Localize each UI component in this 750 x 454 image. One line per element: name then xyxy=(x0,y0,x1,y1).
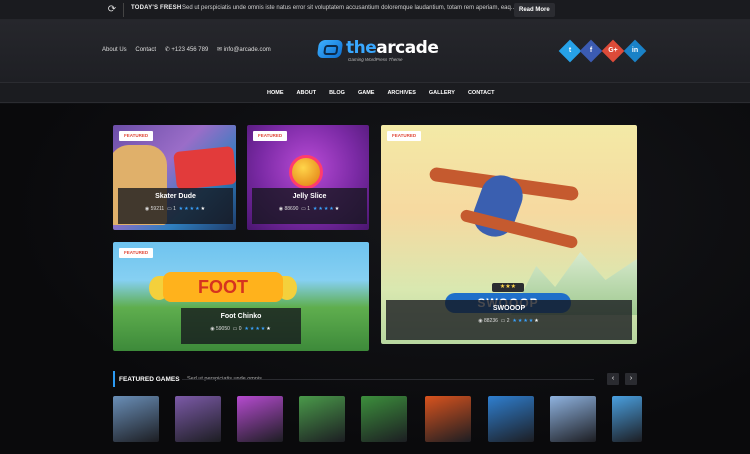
twitter-icon: t xyxy=(568,47,572,54)
twitter-button[interactable]: t xyxy=(558,39,582,63)
featured-badge: FEATURED xyxy=(119,248,154,258)
game-thumbnail[interactable] xyxy=(612,396,642,442)
linkedin-button[interactable]: in xyxy=(623,39,647,63)
game-thumbnail[interactable] xyxy=(425,396,471,442)
card-info: SWOOOP ◉ 88236 ▭ 2 ★★★★★ xyxy=(386,300,632,340)
star-rating: ★★★★★ xyxy=(512,318,540,324)
game-thumbnail[interactable] xyxy=(299,396,345,442)
about-us-link[interactable]: About Us xyxy=(102,47,127,53)
game-thumbnail[interactable] xyxy=(550,396,596,442)
phone-number: +123 456 789 xyxy=(171,47,209,53)
email-info[interactable]: ✉ info@arcade.com xyxy=(217,47,271,53)
game-thumbnail[interactable] xyxy=(175,396,221,442)
comment-count: 2 xyxy=(506,318,510,324)
view-count: 88690 xyxy=(284,206,299,212)
view-count: 88236 xyxy=(483,318,498,324)
eye-icon: ◉ xyxy=(278,206,284,212)
logo-main: arcade xyxy=(376,38,439,58)
email-address: info@arcade.com xyxy=(223,47,271,53)
game-card-swooop[interactable]: ★★★ SWOOOP FEATURED SWOOOP ◉ 88236 ▭ 2 ★… xyxy=(381,125,637,344)
nav-home[interactable]: HOME xyxy=(267,90,284,96)
eye-icon: ◉ xyxy=(144,206,150,212)
rating-mini-badge: ★★★ xyxy=(492,283,524,292)
ticker-label: TODAY'S FRESH xyxy=(131,5,182,11)
gamepad-logo-icon xyxy=(316,40,344,58)
logo-text: thearcade xyxy=(346,38,439,58)
refresh-icon[interactable]: ⟳ xyxy=(106,4,118,16)
read-more-button[interactable]: Read More xyxy=(514,3,555,17)
comment-icon: ▭ xyxy=(166,206,172,212)
section-divider xyxy=(182,379,594,380)
mail-icon: ✉ xyxy=(216,47,224,53)
game-thumbnail[interactable] xyxy=(113,396,159,442)
card-artwork xyxy=(289,155,323,189)
game-title[interactable]: Jelly Slice xyxy=(252,193,367,200)
linkedin-icon: in xyxy=(631,47,639,54)
facebook-button[interactable]: f xyxy=(579,39,603,63)
card-artwork-sign xyxy=(173,145,236,191)
contact-bar: About Us Contact ✆ +123 456 789 ✉ info@a… xyxy=(102,46,278,53)
site-logo[interactable]: thearcade Gaming WordPress Theme xyxy=(316,38,439,64)
nav-blog[interactable]: BLOG xyxy=(329,90,345,96)
section-title: FEATURED GAMES xyxy=(119,376,180,383)
view-count: 59050 xyxy=(215,326,230,332)
logo-prefix: the xyxy=(346,38,377,58)
star-rating: ★★★★★ xyxy=(178,206,207,212)
game-title[interactable]: Skater Dude xyxy=(118,193,233,200)
comment-icon: ▭ xyxy=(301,206,306,212)
airplane-artwork xyxy=(428,153,580,250)
comment-count: 1 xyxy=(173,206,176,212)
featured-badge: FEATURED xyxy=(387,131,422,141)
phone-info[interactable]: ✆ +123 456 789 xyxy=(165,47,209,53)
google-plus-button[interactable]: G+ xyxy=(601,39,625,63)
nav-contact[interactable]: CONTACT xyxy=(468,90,494,96)
comment-count: 0 xyxy=(238,326,242,332)
carousel-prev-button[interactable]: ‹ xyxy=(607,373,619,385)
card-info: Skater Dude ◉ 59211 ▭ 1 ★★★★★ xyxy=(118,188,233,224)
comment-icon: ▭ xyxy=(232,326,238,332)
contact-link[interactable]: Contact xyxy=(135,47,156,53)
card-info: Foot Chinko ◉ 59050 ▭ 0 ★★★★★ xyxy=(181,308,301,344)
ticker-divider xyxy=(123,3,124,17)
nav-gallery[interactable]: GALLERY xyxy=(429,90,455,96)
eye-icon: ◉ xyxy=(210,326,215,332)
section-accent-bar xyxy=(113,371,115,387)
game-card-skater-dude[interactable]: FEATURED Skater Dude ◉ 59211 ▭ 1 ★★★★★ xyxy=(113,125,236,230)
ticker-text[interactable]: Sed ut perspiciatis unde omnis iste natu… xyxy=(182,5,516,11)
card-meta: ◉ 59050 ▭ 0 ★★★★★ xyxy=(181,326,301,332)
nav-archives[interactable]: ARCHIVES xyxy=(387,90,415,96)
game-title[interactable]: Foot Chinko xyxy=(181,313,301,320)
featured-badge: FEATURED xyxy=(253,131,288,141)
game-thumbnail[interactable] xyxy=(237,396,283,442)
main-navigation: HOME ABOUT BLOG GAME ARCHIVES GALLERY CO… xyxy=(0,82,750,103)
star-rating: ★★★★★ xyxy=(244,326,272,332)
nav-about[interactable]: ABOUT xyxy=(297,90,317,96)
site-header: About Us Contact ✆ +123 456 789 ✉ info@a… xyxy=(0,20,750,82)
card-meta: ◉ 88690 ▭ 1 ★★★★★ xyxy=(252,206,367,212)
comment-icon: ▭ xyxy=(500,318,506,324)
game-card-foot-chinko[interactable]: FOOT FEATURED Foot Chinko ◉ 59050 ▭ 0 ★★… xyxy=(113,242,369,351)
card-info: Jelly Slice ◉ 88690 ▭ 1 ★★★★★ xyxy=(252,188,367,224)
eye-icon: ◉ xyxy=(478,318,483,324)
logo-tagline: Gaming WordPress Theme xyxy=(348,57,403,62)
nav-game[interactable]: GAME xyxy=(358,90,375,96)
game-card-jelly-slice[interactable]: FEATURED Jelly Slice ◉ 88690 ▭ 1 ★★★★★ xyxy=(247,125,369,230)
featured-badge: FEATURED xyxy=(119,131,154,141)
carousel-next-button[interactable]: › xyxy=(625,373,637,385)
comment-count: 1 xyxy=(307,206,311,212)
news-ticker: ⟳ TODAY'S FRESH Sed ut perspiciatis unde… xyxy=(0,0,750,20)
google-plus-icon: G+ xyxy=(608,47,618,54)
card-meta: ◉ 59211 ▭ 1 ★★★★★ xyxy=(118,206,233,212)
game-logo-banner: FOOT xyxy=(163,272,283,302)
game-thumbnail[interactable] xyxy=(488,396,534,442)
card-meta: ◉ 88236 ▭ 2 ★★★★★ xyxy=(386,318,632,324)
view-count: 59211 xyxy=(150,206,165,212)
game-thumbnail[interactable] xyxy=(361,396,407,442)
facebook-icon: f xyxy=(589,47,593,54)
star-rating: ★★★★★ xyxy=(312,206,341,212)
game-title[interactable]: SWOOOP xyxy=(386,305,632,312)
